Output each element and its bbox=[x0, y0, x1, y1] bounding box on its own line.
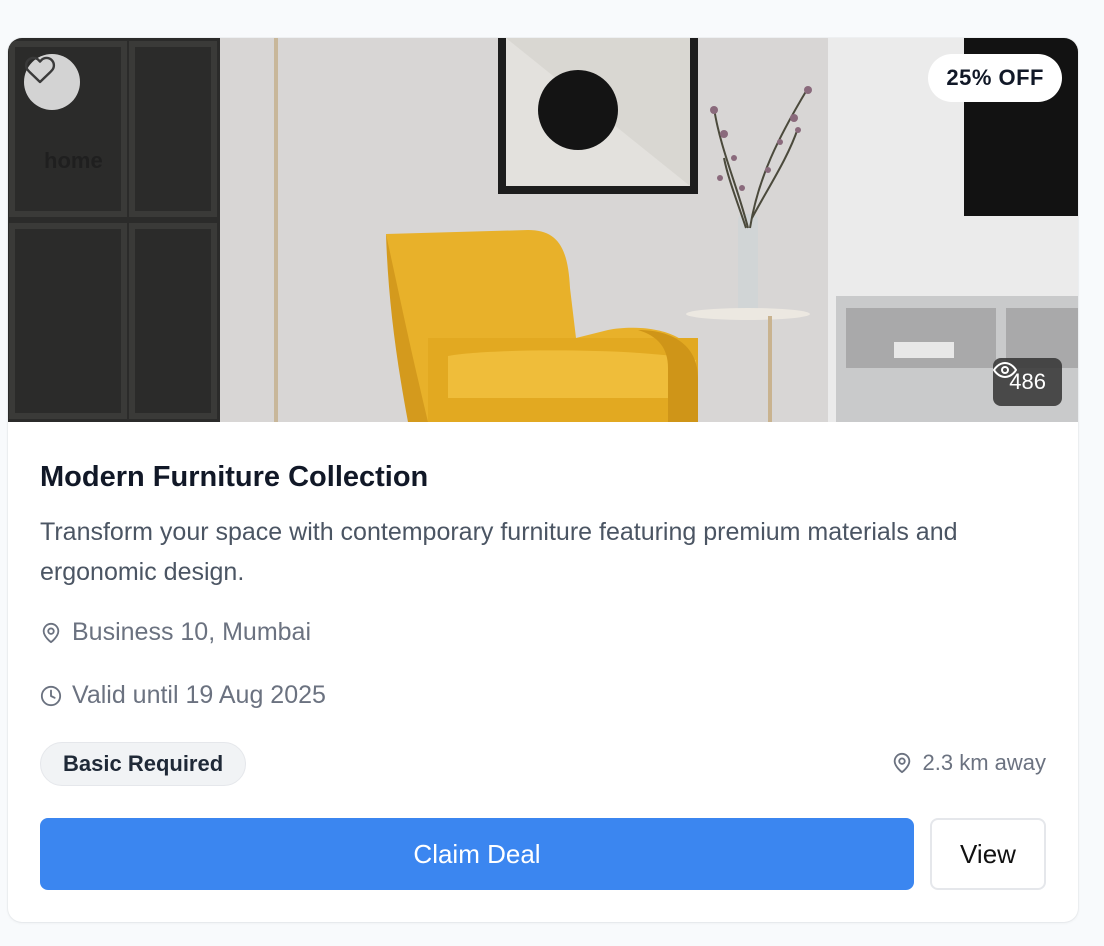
deal-card[interactable]: home 25% OFF 486 Modern Furniture Collec… bbox=[8, 38, 1078, 922]
business-location: Business 10, Mumbai bbox=[40, 618, 311, 647]
distance-text: 2.3 km away bbox=[922, 750, 1047, 775]
favorite-button[interactable] bbox=[24, 54, 80, 110]
view-button[interactable]: View bbox=[930, 818, 1046, 890]
furniture-photo-illustration bbox=[8, 38, 1078, 422]
map-pin-icon bbox=[42, 622, 60, 643]
location-text: Business 10, Mumbai bbox=[72, 618, 312, 646]
discount-badge: 25% OFF bbox=[928, 54, 1062, 102]
claim-deal-button[interactable]: Claim Deal bbox=[40, 818, 914, 890]
distance-indicator: 2.3 km away bbox=[891, 750, 1047, 776]
views-counter: 486 bbox=[993, 358, 1062, 406]
category-label: home bbox=[44, 148, 103, 173]
deal-image: home 25% OFF 486 bbox=[8, 38, 1078, 422]
validity: Valid until 19 Aug 2025 bbox=[40, 681, 326, 710]
deal-title: Modern Furniture Collection bbox=[40, 461, 429, 493]
membership-badge: Basic Required bbox=[40, 742, 247, 786]
deal-description: Transform your space with contemporary f… bbox=[40, 518, 958, 586]
heart-icon bbox=[24, 56, 56, 84]
map-pin-icon bbox=[893, 752, 910, 774]
clock-icon bbox=[40, 685, 62, 706]
validity-text: Valid until 19 Aug 2025 bbox=[72, 681, 326, 709]
eye-icon bbox=[993, 362, 1018, 378]
